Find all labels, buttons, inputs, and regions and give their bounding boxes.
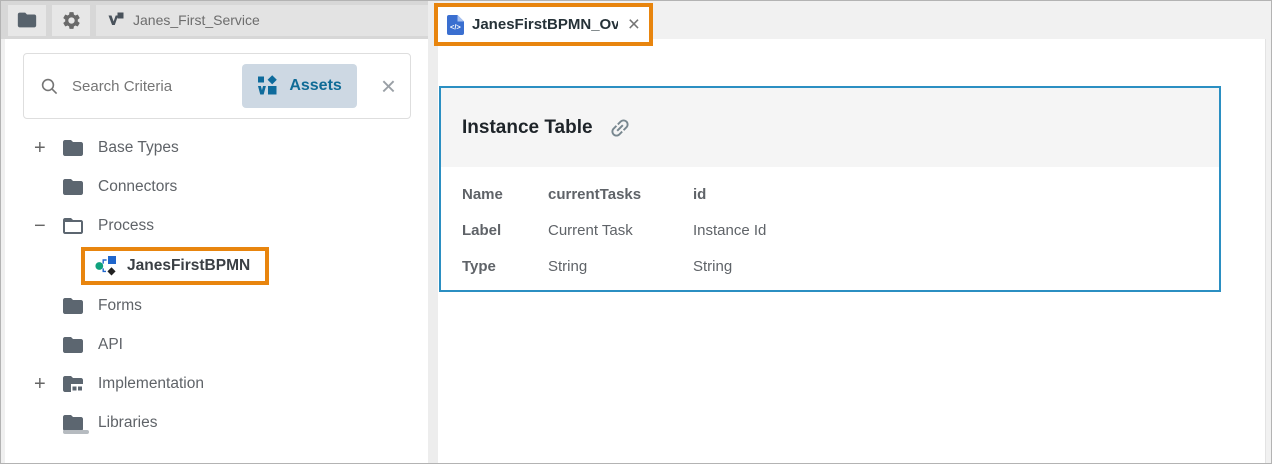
left-toolbar: Janes_First_Service — [1, 1, 428, 39]
gear-icon — [61, 10, 82, 31]
tree-item-label: Process — [98, 217, 154, 235]
folder-icon — [61, 294, 85, 318]
search-box[interactable]: Search Criteria Assets × — [23, 53, 411, 119]
search-icon — [40, 77, 59, 96]
link-icon[interactable] — [608, 116, 632, 140]
tree-item-connectors[interactable]: Connectors — [1, 167, 428, 206]
row-header-type: Type — [462, 248, 548, 284]
bpmn-process-icon — [95, 255, 117, 277]
tree-item-implementation[interactable]: + Implementation — [1, 364, 428, 403]
collapse-icon[interactable]: − — [34, 216, 58, 236]
tree-item-base-types[interactable]: + Base Types — [1, 128, 428, 167]
code-file-icon: </> — [447, 15, 464, 35]
row-header-name: Name — [462, 176, 548, 212]
code-glyph: </> — [450, 22, 461, 31]
field-label: Current Task — [548, 212, 693, 248]
close-tab-icon[interactable]: × — [626, 14, 642, 35]
expand-icon[interactable]: + — [34, 374, 58, 394]
annotation-highlight-box[interactable]: JanesFirstBPMN — [81, 247, 269, 285]
row-header-label: Label — [462, 212, 548, 248]
tree-item-label: Base Types — [98, 139, 179, 157]
assets-chip-label: Assets — [289, 77, 341, 95]
service-tab[interactable]: Janes_First_Service — [96, 5, 428, 36]
tree-item-label: Implementation — [98, 375, 204, 393]
field-type: String — [548, 248, 693, 284]
folder-open-icon — [61, 214, 85, 238]
folder-icon — [16, 9, 38, 31]
expand-icon[interactable]: + — [34, 138, 58, 158]
tree-item-janesfirstbpmn[interactable]: JanesFirstBPMN — [1, 245, 428, 286]
field-name: id — [693, 176, 1219, 212]
tree-item-label: JanesFirstBPMN — [127, 257, 250, 275]
instance-table-card[interactable]: Instance Table Name currentTasks id Labe… — [439, 86, 1221, 292]
instance-table-title: Instance Table — [462, 117, 593, 139]
panel-divider[interactable] — [428, 1, 438, 463]
service-icon — [108, 12, 124, 28]
search-input[interactable]: Search Criteria — [72, 78, 242, 95]
folder-icon — [61, 333, 85, 357]
open-folder-button[interactable] — [8, 5, 46, 36]
tree-item-label: Forms — [98, 297, 142, 315]
tree-item-label: API — [98, 336, 123, 354]
tree-item-api[interactable]: API — [1, 325, 428, 364]
instance-table-header: Instance Table — [441, 88, 1219, 167]
assets-filter-chip[interactable]: Assets — [242, 64, 356, 108]
folder-icon — [61, 175, 85, 199]
tree-item-label: Libraries — [98, 414, 157, 432]
settings-button[interactable] — [52, 5, 90, 36]
field-label: Instance Id — [693, 212, 1219, 248]
editor-tab-janesfirstbpmn-overview[interactable]: </> JanesFirstBPMN_Ov... × — [434, 3, 653, 46]
field-type: String — [693, 248, 1219, 284]
service-tab-label: Janes_First_Service — [133, 12, 260, 28]
folder-icon — [61, 136, 85, 160]
editor-tab-label: JanesFirstBPMN_Ov... — [472, 16, 618, 33]
vertical-scrollbar-track[interactable] — [1265, 39, 1272, 463]
clear-search-icon[interactable]: × — [381, 73, 396, 99]
tree-item-libraries[interactable]: Libraries — [1, 403, 428, 442]
instance-table-grid: Name currentTasks id Label Current Task … — [462, 176, 1219, 284]
asset-tree: + Base Types Connectors − Process — [1, 128, 428, 442]
assets-icon — [257, 75, 279, 97]
instance-table-body: Name currentTasks id Label Current Task … — [441, 167, 1219, 284]
tree-item-forms[interactable]: Forms — [1, 286, 428, 325]
app-window: Janes_First_Service Search Criteria Asse… — [0, 0, 1272, 464]
tree-item-label: Connectors — [98, 178, 177, 196]
field-name: currentTasks — [548, 176, 693, 212]
tree-item-process[interactable]: − Process — [1, 206, 428, 245]
horizontal-scrollbar-thumb[interactable] — [63, 430, 89, 434]
folder-implementation-icon — [61, 372, 85, 396]
